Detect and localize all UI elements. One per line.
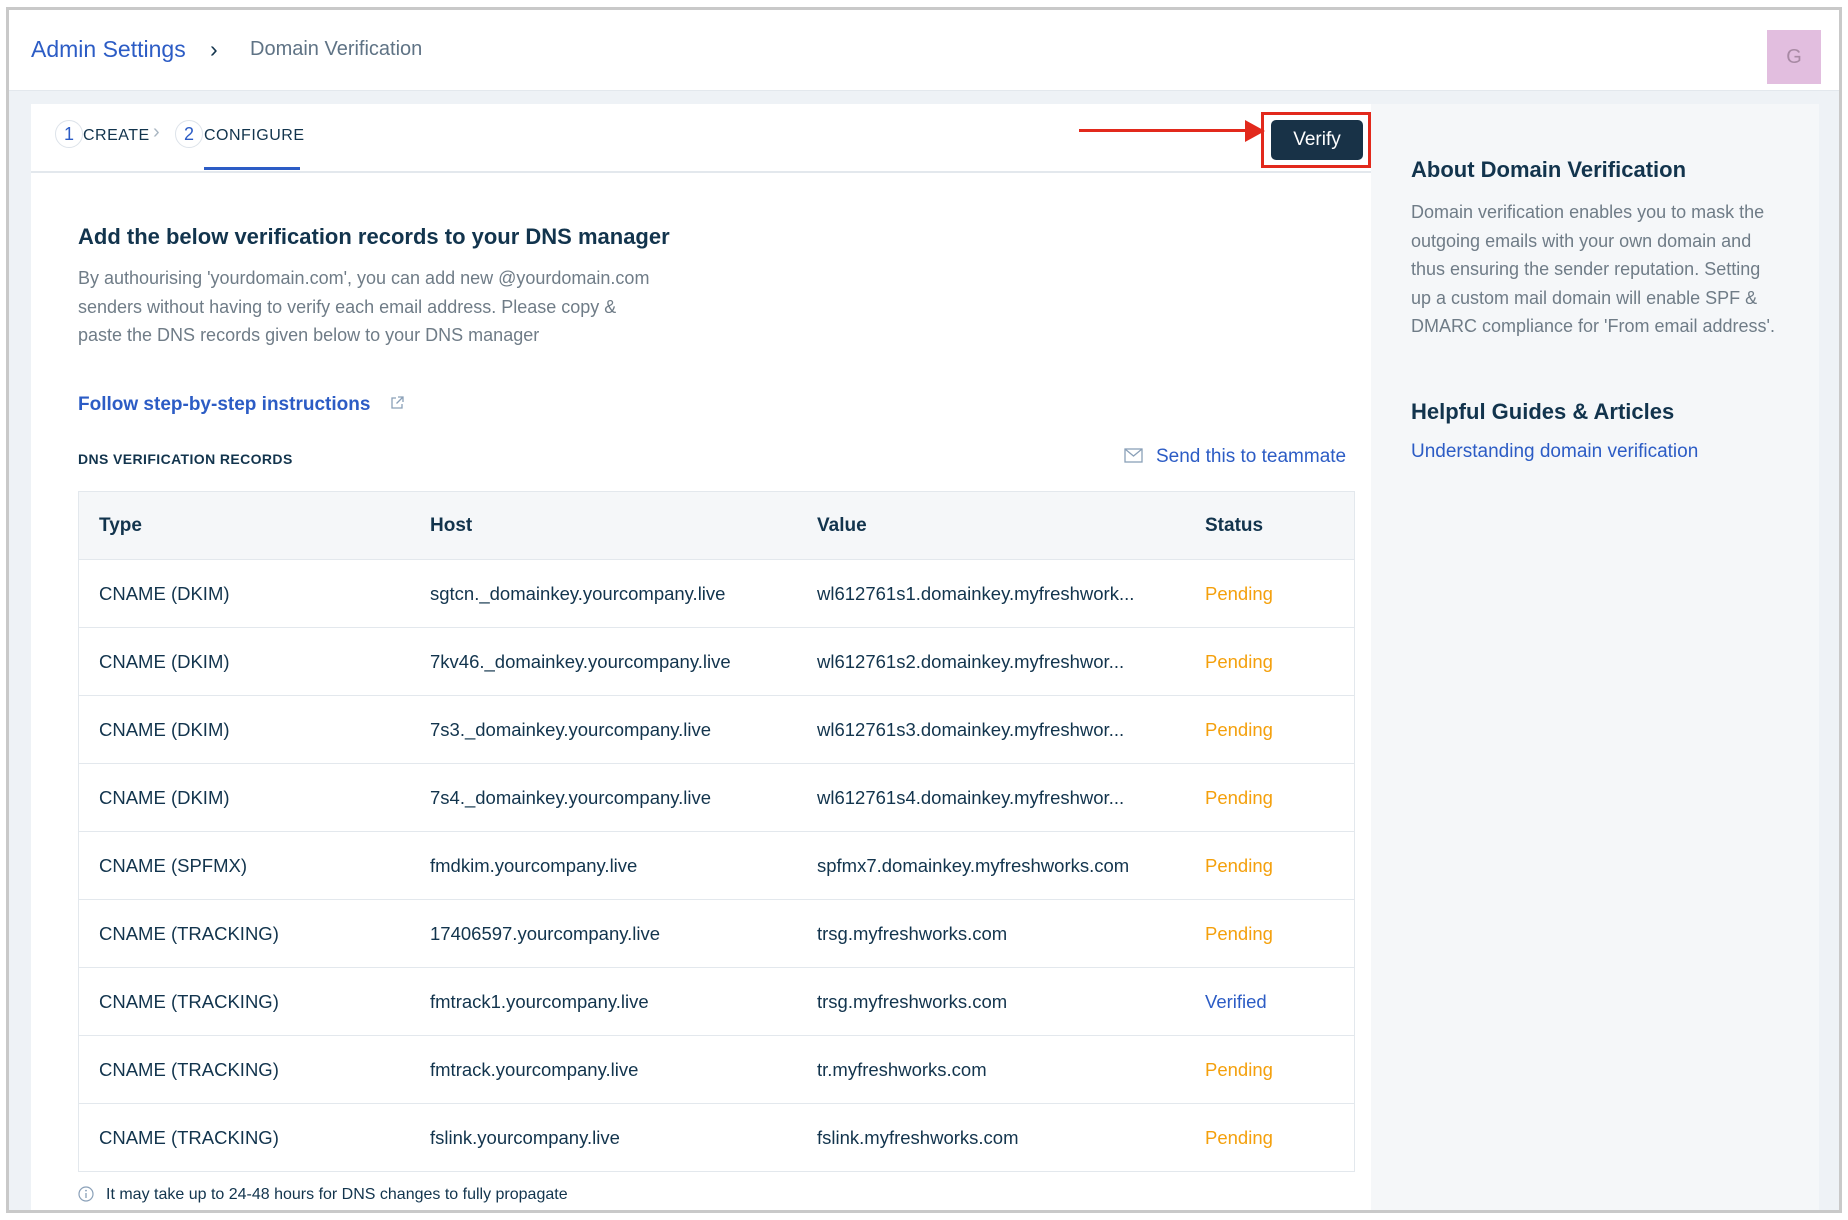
record-value[interactable]: fslink.myfreshworks.com [817, 1104, 1157, 1171]
record-status: Pending [1205, 854, 1273, 876]
active-step-indicator [204, 167, 300, 170]
record-type: CNAME (DKIM) [99, 786, 230, 808]
record-host[interactable]: fmtrack.yourcompany.live [430, 1036, 800, 1103]
top-bar: Admin Settings › Domain Verification G [9, 10, 1839, 91]
record-type: CNAME (TRACKING) [99, 1058, 279, 1080]
table-row: CNAME (TRACKING) 17406597.yourcompany.li… [79, 899, 1354, 967]
step-2-configure[interactable]: CONFIGURE [204, 127, 305, 145]
avatar-initial: G [1786, 45, 1802, 68]
table-row: CNAME (TRACKING) fmtrack1.yourcompany.li… [79, 967, 1354, 1035]
record-status: Pending [1205, 922, 1273, 944]
record-value[interactable]: trsg.myfreshworks.com [817, 968, 1157, 1035]
help-sidebar: About Domain Verification Domain verific… [1371, 104, 1819, 1210]
table-header-row: Type Host Value Status [79, 492, 1354, 559]
record-host[interactable]: fslink.yourcompany.live [430, 1104, 800, 1171]
record-type: CNAME (DKIM) [99, 582, 230, 604]
stepper: 1 CREATE › 2 CONFIGURE Verify [31, 104, 1371, 173]
guides-title: Helpful Guides & Articles [1411, 399, 1675, 424]
record-host[interactable]: sgtcn._domainkey.yourcompany.live [430, 560, 800, 627]
record-host[interactable]: 7kv46._domainkey.yourcompany.live [430, 628, 800, 695]
record-value[interactable]: spfmx7.domainkey.myfreshworks.com [817, 832, 1157, 899]
verify-button[interactable]: Verify [1271, 120, 1363, 160]
table-row: CNAME (SPFMX) fmdkim.yourcompany.live sp… [79, 831, 1354, 899]
table-row: CNAME (DKIM) 7s3._domainkey.yourcompany.… [79, 695, 1354, 763]
step-1-number: 1 [55, 120, 83, 148]
dns-records-label: DNS VERIFICATION RECORDS [78, 451, 293, 467]
record-host[interactable]: 17406597.yourcompany.live [430, 900, 800, 967]
record-status: Pending [1205, 718, 1273, 740]
step-chevron-icon: › [153, 121, 160, 143]
about-title: About Domain Verification [1411, 157, 1687, 182]
table-row: CNAME (TRACKING) fmtrack.yourcompany.liv… [79, 1035, 1354, 1103]
record-value[interactable]: wl612761s3.domainkey.myfreshwor... [817, 696, 1157, 763]
breadcrumb-chevron-icon: › [210, 36, 218, 62]
avatar[interactable]: G [1767, 30, 1821, 84]
main-panel: 1 CREATE › 2 CONFIGURE Verify Add the be… [31, 104, 1371, 1210]
record-status: Pending [1205, 1126, 1273, 1148]
record-status: Pending [1205, 786, 1273, 808]
record-host[interactable]: 7s4._domainkey.yourcompany.live [430, 764, 800, 831]
record-value[interactable]: wl612761s4.domainkey.myfreshwor... [817, 764, 1157, 831]
record-type: CNAME (TRACKING) [99, 922, 279, 944]
table-row: CNAME (TRACKING) fslink.yourcompany.live… [79, 1103, 1354, 1171]
record-host[interactable]: fmtrack1.yourcompany.live [430, 968, 800, 1035]
record-value[interactable]: trsg.myfreshworks.com [817, 900, 1157, 967]
red-arrow-icon [1079, 129, 1247, 132]
external-link-icon[interactable] [389, 395, 405, 411]
record-value[interactable]: wl612761s2.domainkey.myfreshwor... [817, 628, 1157, 695]
record-status: Verified [1205, 990, 1267, 1012]
column-header-host: Host [430, 514, 473, 536]
record-host[interactable]: 7s3._domainkey.yourcompany.live [430, 696, 800, 763]
info-icon [78, 1186, 94, 1202]
section-description: By authourising 'yourdomain.com', you ca… [78, 268, 650, 345]
dns-records-table: Type Host Value Status CNAME (DKIM) sgtc… [78, 491, 1355, 1172]
record-type: CNAME (SPFMX) [99, 854, 247, 876]
record-status: Pending [1205, 582, 1273, 604]
guide-link-understanding-domain-verification[interactable]: Understanding domain verification [1411, 441, 1698, 463]
table-row: CNAME (DKIM) 7kv46._domainkey.yourcompan… [79, 627, 1354, 695]
section-heading: Add the below verification records to yo… [78, 224, 670, 249]
record-value[interactable]: wl612761s1.domainkey.myfreshwork... [817, 560, 1157, 627]
step-2-number: 2 [175, 120, 203, 148]
send-to-teammate-link[interactable]: Send this to teammate [1156, 446, 1346, 468]
column-header-type: Type [99, 514, 142, 536]
mail-icon[interactable] [1124, 448, 1144, 464]
record-type: CNAME (TRACKING) [99, 1126, 279, 1148]
app-window: Admin Settings › Domain Verification G 1… [6, 7, 1842, 1213]
propagation-note: It may take up to 24-48 hours for DNS ch… [106, 1186, 568, 1203]
record-host[interactable]: fmdkim.yourcompany.live [430, 832, 800, 899]
record-type: CNAME (DKIM) [99, 718, 230, 740]
record-value[interactable]: tr.myfreshworks.com [817, 1036, 1157, 1103]
about-text: Domain verification enables you to mask … [1411, 202, 1775, 336]
column-header-status: Status [1205, 514, 1264, 536]
record-status: Pending [1205, 650, 1273, 672]
instructions-link[interactable]: Follow step-by-step instructions [78, 394, 370, 416]
table-row: CNAME (DKIM) 7s4._domainkey.yourcompany.… [79, 763, 1354, 831]
table-row: CNAME (DKIM) sgtcn._domainkey.yourcompan… [79, 559, 1354, 627]
breadcrumb-admin-settings[interactable]: Admin Settings [31, 36, 186, 63]
step-1-create[interactable]: CREATE [83, 127, 150, 145]
breadcrumb-current: Domain Verification [250, 38, 423, 60]
column-header-value: Value [817, 514, 867, 536]
record-type: CNAME (DKIM) [99, 650, 230, 672]
record-status: Pending [1205, 1058, 1273, 1080]
record-type: CNAME (TRACKING) [99, 990, 279, 1012]
